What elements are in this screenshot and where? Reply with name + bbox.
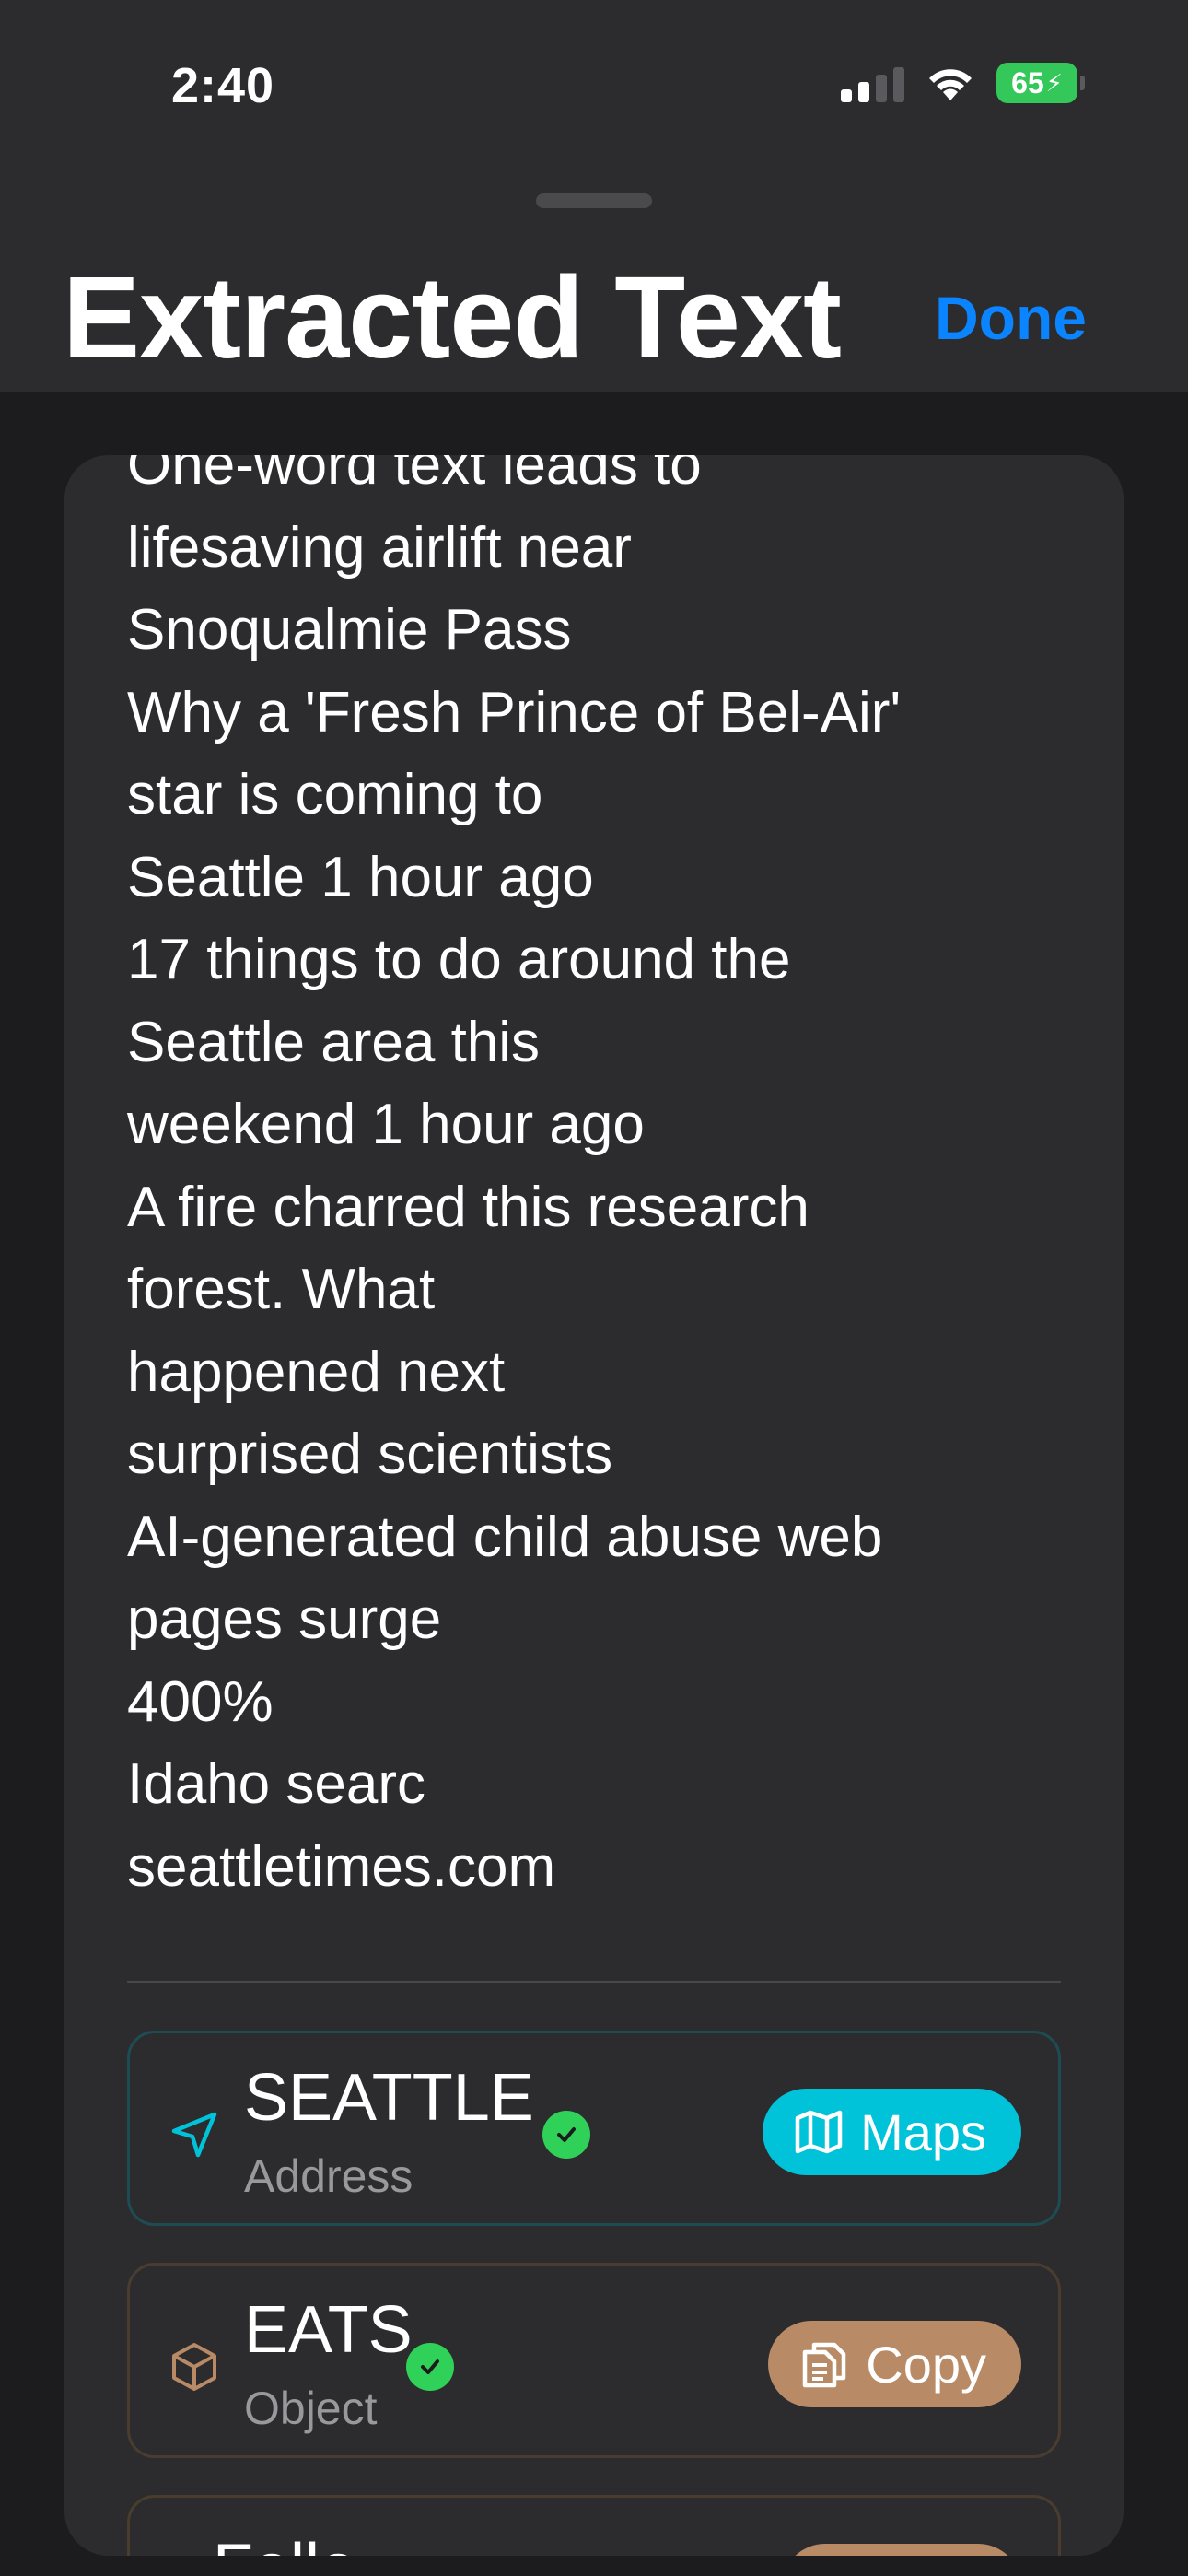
copy-icon [803, 2342, 846, 2388]
extracted-text-body[interactable]: One-word text leads to lifesaving airlif… [127, 455, 1076, 1908]
copy-button[interactable]: Copy [768, 2321, 1021, 2407]
status-time: 2:40 [171, 58, 275, 113]
entity-card-eats[interactable]: EATS Object Copy [127, 2263, 1061, 2458]
entity-action-button[interactable] [782, 2544, 1021, 2556]
divider [127, 1981, 1061, 1983]
entity-name: EATS [244, 2293, 413, 2367]
entity-card-partial[interactable]: Follo [127, 2495, 1061, 2556]
entity-type: Object [244, 2383, 378, 2434]
battery-charging-icon: 65 ⚡ [996, 63, 1085, 103]
entity-name: Follo [213, 2535, 356, 2556]
entity-type: Address [244, 2150, 413, 2202]
map-icon [795, 2110, 843, 2154]
status-icons: 65 ⚡ [841, 63, 1085, 103]
extracted-text-card: One-word text leads to lifesaving airlif… [64, 455, 1124, 2556]
entity-card-seattle[interactable]: SEATTLE Address Maps [127, 2031, 1061, 2226]
maps-button[interactable]: Maps [763, 2089, 1021, 2175]
battery-level: 65 [1011, 65, 1044, 100]
maps-button-label: Maps [860, 2102, 986, 2161]
cube-icon [172, 2343, 216, 2391]
copy-button-label: Copy [866, 2335, 986, 2394]
wifi-icon [929, 69, 972, 100]
sheet-grabber[interactable] [536, 193, 652, 208]
page-title: Extracted Text [63, 252, 842, 382]
extracted-text-screen: 2:40 65 ⚡ Extracted Text Done One-word te… [0, 0, 1188, 2576]
sheet-header: 2:40 65 ⚡ Extracted Text Done [0, 0, 1188, 392]
verified-check-icon [542, 2111, 590, 2159]
verified-check-icon [406, 2343, 454, 2391]
cellular-signal-icon [841, 64, 904, 102]
done-button[interactable]: Done [935, 287, 1087, 348]
location-arrow-icon [171, 2112, 217, 2158]
entity-name: SEATTLE [244, 2061, 534, 2135]
